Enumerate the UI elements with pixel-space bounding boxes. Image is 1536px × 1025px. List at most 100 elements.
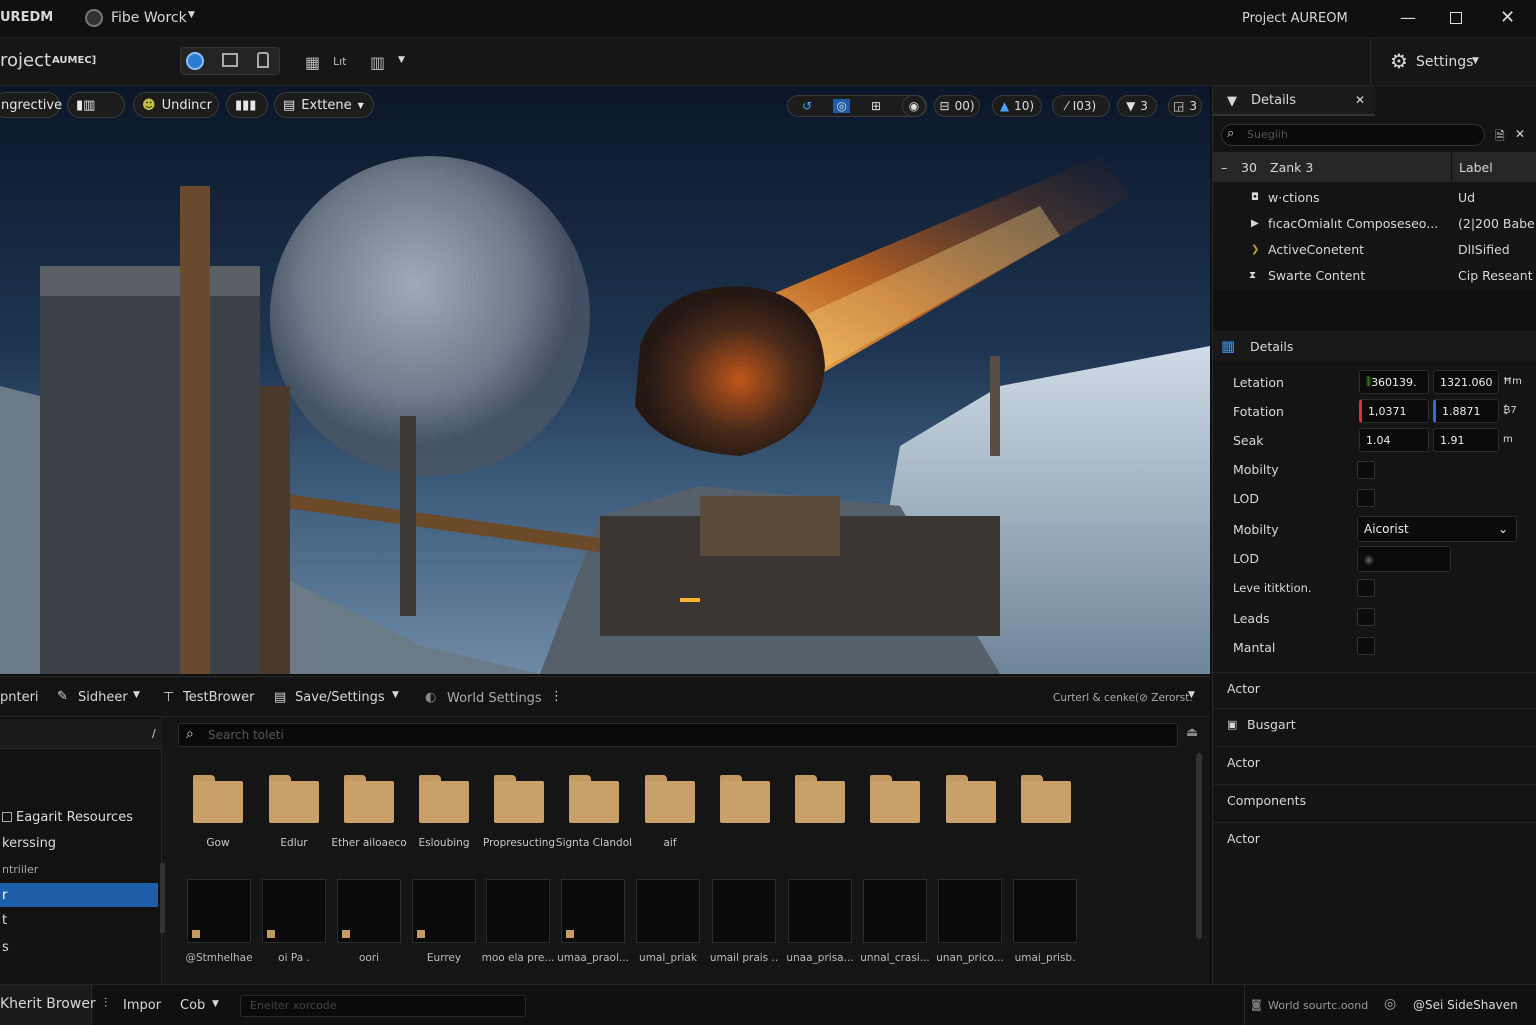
rotate-icon[interactable]: ↺ <box>802 99 812 113</box>
stats-chip[interactable]: ▮▮▮ <box>226 92 268 118</box>
mobility-dropdown[interactable]: Aicorist ⌄ <box>1357 516 1517 542</box>
asset-scrollbar[interactable] <box>1196 753 1202 939</box>
shape-icon[interactable] <box>257 52 269 68</box>
tab-save-settings[interactable]: Save/Settings <box>295 690 385 705</box>
folder-icon[interactable] <box>946 775 996 823</box>
scale-snap[interactable]: ⁄ I03) <box>1052 95 1110 117</box>
section-actor[interactable]: Actor <box>1213 746 1536 778</box>
section-actor[interactable]: Actor <box>1213 822 1536 854</box>
chevron-down-icon[interactable]: ▼ <box>188 10 195 20</box>
source-control-label[interactable]: @Sei SideShaven <box>1413 998 1518 1012</box>
rotation-x-field[interactable]: 1,0371 <box>1359 399 1429 423</box>
section-components[interactable]: Components <box>1213 784 1536 816</box>
select-icon[interactable]: ◎ <box>833 99 850 113</box>
tab-sidheer[interactable]: Sidheer <box>78 690 128 705</box>
view-options-chip[interactable]: ▮▥ <box>67 92 125 118</box>
section-actor[interactable]: Actor <box>1213 672 1536 704</box>
layout-icon[interactable] <box>222 53 238 67</box>
asset-thumbnail[interactable] <box>561 879 625 943</box>
tree-filter[interactable] <box>0 719 162 749</box>
chevron-down-icon[interactable]: ▼ <box>133 690 140 700</box>
folder-icon[interactable] <box>494 775 544 823</box>
add-icon[interactable]: 🗎 <box>1495 127 1505 148</box>
viewport[interactable]: ngrective ▮▥ ☻ Undincr ▮▮▮ ▤ Exttene ▼ ↺ ◎ … <box>0 86 1210 674</box>
tab-testbrower[interactable]: TestBrower <box>183 690 255 705</box>
mantal-checkbox[interactable] <box>1357 637 1375 655</box>
tab-world-settings[interactable]: World Settings <box>447 691 542 706</box>
tree-item[interactable]: s <box>0 935 158 959</box>
lighting-chip[interactable]: ☻ Undincr <box>133 92 219 118</box>
perspective-chip[interactable]: ngrective <box>0 92 62 118</box>
rotation-y-field[interactable]: 1.8871 <box>1433 399 1499 423</box>
asset-thumbnail[interactable] <box>337 879 401 943</box>
globe-icon[interactable] <box>186 52 204 70</box>
folder-icon[interactable] <box>645 775 695 823</box>
close-tab-icon[interactable]: ✕ <box>1355 93 1365 107</box>
scale-x-field[interactable]: 1.04 <box>1359 428 1429 452</box>
lod-field[interactable]: ◉ <box>1357 546 1451 572</box>
location-x-field[interactable]: ⫼ 360139. <box>1359 370 1429 394</box>
cmd-dropdown[interactable]: Cob <box>180 998 205 1013</box>
close-icon[interactable]: ✕ <box>1500 7 1515 28</box>
folder-icon[interactable] <box>193 775 243 823</box>
asset-thumbnail[interactable] <box>1013 879 1077 943</box>
folder-icon[interactable] <box>569 775 619 823</box>
source-control-icon[interactable]: ◎ <box>1384 996 1396 1012</box>
tree-item[interactable]: kerssing <box>0 831 158 855</box>
level-checkbox[interactable] <box>1357 579 1375 597</box>
folder-icon[interactable] <box>870 775 920 823</box>
asset-thumbnail[interactable] <box>486 879 550 943</box>
chart-icon[interactable]: ▥ <box>370 53 385 72</box>
import-button[interactable]: Impor <box>123 998 161 1013</box>
section-busgart[interactable]: ▣ Busgart <box>1213 708 1536 740</box>
menu-workspace[interactable]: Fibe Worck <box>111 10 187 26</box>
outliner-row[interactable]: ◘ w·ctions Ud <box>1213 184 1536 210</box>
asset-thumbnail[interactable] <box>938 879 1002 943</box>
tree-item[interactable]: t <box>0 908 158 932</box>
chevron-down-icon[interactable]: ▼ <box>1472 56 1479 66</box>
grid-snap[interactable]: ⊟ 00) <box>934 95 980 117</box>
tree-item-selected[interactable]: r <box>0 883 158 907</box>
mobility-checkbox[interactable] <box>1357 461 1375 479</box>
rotation-snap[interactable]: ▲ 10) <box>992 95 1042 117</box>
asset-thumbnail[interactable] <box>412 879 476 943</box>
chevron-down-icon[interactable]: ▼ <box>392 690 399 700</box>
grid-icon[interactable]: ▦ <box>305 53 320 72</box>
chevron-down-icon[interactable]: ▼ <box>1188 690 1195 700</box>
folder-icon[interactable] <box>795 775 845 823</box>
location-y-field[interactable]: 1321.060 <box>1433 370 1499 394</box>
folder-icon[interactable] <box>419 775 469 823</box>
tree-item[interactable]: ntriiler <box>0 857 158 881</box>
chevron-down-icon[interactable]: ▼ <box>398 55 405 65</box>
folder-icon[interactable] <box>720 775 770 823</box>
folder-icon[interactable] <box>269 775 319 823</box>
asset-thumbnail[interactable] <box>262 879 326 943</box>
edit-icon[interactable]: ∕ <box>152 727 156 740</box>
leads-checkbox[interactable] <box>1357 608 1375 626</box>
outliner-row[interactable]: ❯ ActiveConetent DlISified <box>1213 236 1536 262</box>
asset-thumbnail[interactable] <box>712 879 776 943</box>
folder-icon[interactable] <box>1021 775 1071 823</box>
scale-y-field[interactable]: 1.91 <box>1433 428 1499 452</box>
chevron-down-icon[interactable]: ▼ <box>212 999 219 1009</box>
close-icon[interactable]: ✕ <box>1515 127 1525 141</box>
asset-thumbnail[interactable] <box>187 879 251 943</box>
camera-speed[interactable]: ▼ 3 <box>1117 95 1157 117</box>
minimize-icon[interactable]: — <box>1400 8 1416 27</box>
move-icon[interactable]: ⊞ <box>871 99 881 113</box>
settings-button[interactable]: Settings <box>1416 54 1473 70</box>
asset-thumbnail[interactable] <box>788 879 852 943</box>
gear-icon[interactable]: ⚙ <box>1390 49 1408 73</box>
maximize-icon[interactable] <box>1450 12 1462 24</box>
outliner-row[interactable]: ▶ fıcacOmialıt Composeseo... (2|200 Babe <box>1213 210 1536 236</box>
folder-icon[interactable] <box>344 775 394 823</box>
save-search-icon[interactable]: ⏏ <box>1186 725 1198 740</box>
lit-mode-label[interactable]: Lıt <box>333 55 347 68</box>
camera-icon[interactable]: ◉ <box>902 95 926 117</box>
show-chip[interactable]: ▤ Exttene ▼ <box>274 92 374 118</box>
tree-item[interactable]: Eagarit Resources <box>0 805 158 829</box>
outliner-header[interactable]: – 30 Zank 3 Label <box>1213 152 1536 182</box>
tab-pnteri[interactable]: pnteri <box>0 690 39 705</box>
outliner-row[interactable]: ⧗ Swarte Content Cip Reseant <box>1213 262 1536 288</box>
layout-toggle[interactable]: ◲ 3 <box>1168 95 1202 117</box>
